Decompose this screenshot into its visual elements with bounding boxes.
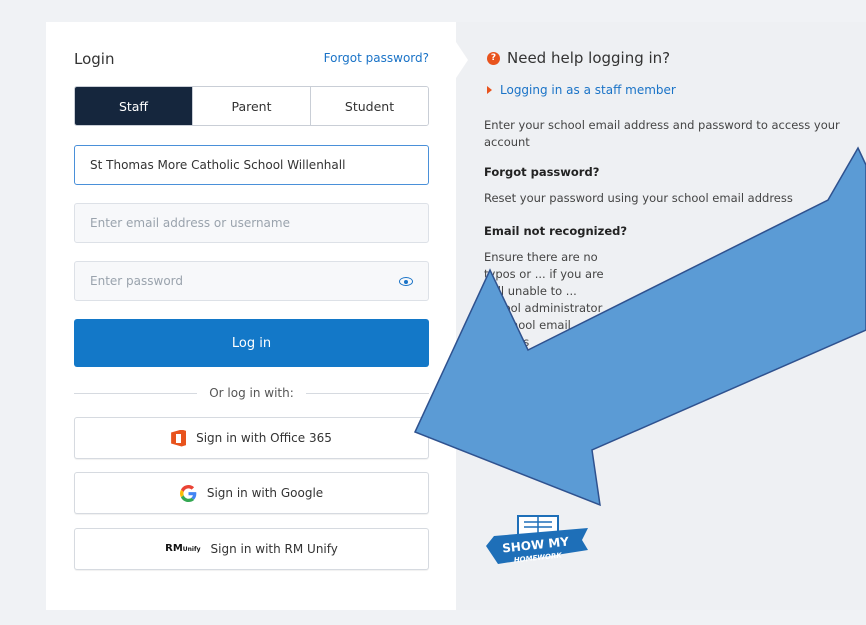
show-my-homework-logo: SHOW MY HOMEWORK	[486, 515, 588, 565]
annotation-arrow	[413, 146, 866, 507]
